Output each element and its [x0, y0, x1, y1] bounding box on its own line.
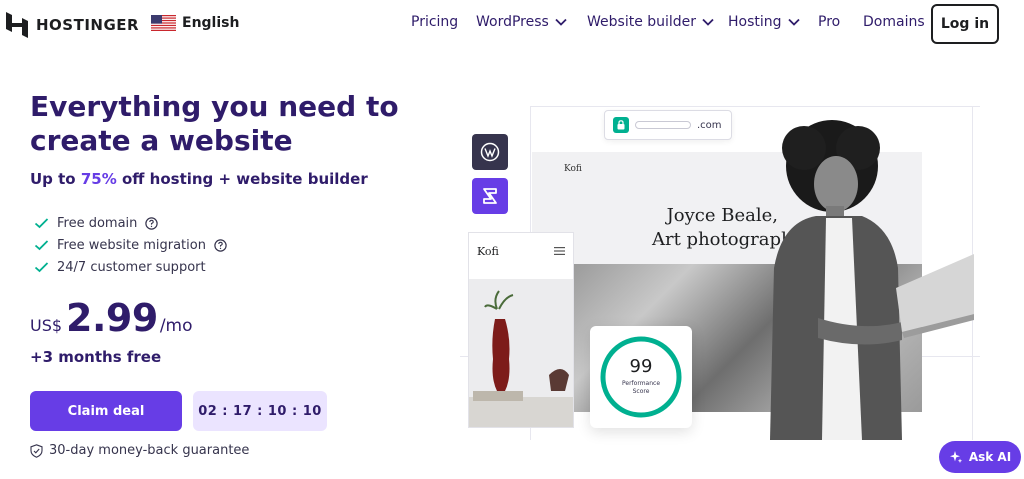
subtitle-prefix: Up to: [30, 170, 81, 188]
price-currency: US$: [30, 316, 63, 335]
ask-ai-label: Ask AI: [968, 450, 1012, 464]
price-amount: 2.99: [66, 296, 158, 340]
nav-website-builder-label: Website builder: [587, 14, 697, 30]
url-bar: .com: [604, 110, 732, 140]
nav-wordpress[interactable]: WordPress: [476, 14, 567, 30]
price-display: US$ 2.99 /mo: [30, 296, 193, 340]
ask-ai-button[interactable]: Ask AI: [939, 441, 1021, 473]
language-selector[interactable]: English: [151, 15, 239, 31]
hero-illustration: .com Kofi Joyce Beale, Art photograph Ko…: [460, 100, 980, 440]
list-item: Free website migration: [34, 234, 227, 256]
nav-hosting-label: Hosting: [728, 14, 782, 30]
chevron-down-icon: [787, 18, 800, 26]
feature-label: Free domain: [57, 215, 138, 231]
wordpress-icon: [472, 134, 508, 170]
score-label: Performance Score: [590, 380, 692, 396]
nav-pricing-label: Pricing: [411, 14, 459, 30]
check-icon: [34, 240, 49, 251]
nav-domains-label: Domains: [863, 14, 925, 30]
subtitle-suffix: off hosting + website builder: [116, 170, 368, 188]
url-domain-text: .com: [697, 119, 722, 131]
nav-wordpress-label: WordPress: [476, 14, 549, 30]
top-header: HOSTINGER English Pricing WordPress Webs…: [0, 0, 1024, 50]
us-flag-icon: [151, 15, 176, 31]
feature-label: Free website migration: [57, 237, 206, 253]
hostinger-logo-icon: [6, 12, 28, 38]
help-icon[interactable]: [145, 216, 159, 230]
lock-icon: [613, 117, 629, 133]
money-back-guarantee: 30-day money-back guarantee: [30, 443, 249, 458]
score-value: 99: [629, 356, 653, 377]
check-icon: [34, 262, 49, 273]
score-label-line1: Performance: [621, 380, 661, 387]
list-item: 24/7 customer support: [34, 256, 227, 278]
sparkle-icon: [949, 451, 963, 463]
score-ring-icon: [600, 336, 682, 418]
website-builder-icon: [472, 178, 508, 214]
nav-pricing[interactable]: Pricing: [411, 14, 458, 30]
login-button[interactable]: Log in: [931, 4, 999, 44]
nav-website-builder[interactable]: Website builder: [587, 14, 714, 30]
brand-name: HOSTINGER: [36, 16, 140, 34]
help-icon[interactable]: [214, 238, 227, 252]
brand-logo[interactable]: HOSTINGER: [6, 12, 139, 38]
price-period: /mo: [159, 316, 193, 336]
site-brand: Kofi: [564, 164, 582, 174]
guarantee-label: 30-day money-back guarantee: [49, 443, 250, 458]
url-field: [635, 121, 691, 129]
hamburger-menu-icon: [554, 247, 565, 255]
chevron-down-icon: [555, 18, 567, 26]
claim-deal-button[interactable]: Claim deal: [30, 391, 182, 431]
bonus-text: +3 months free: [30, 348, 162, 366]
mobile-brand: Kofi: [477, 245, 499, 258]
nav-pro[interactable]: Pro: [818, 14, 840, 30]
discount-percent: 75%: [80, 170, 117, 188]
list-item: Free domain: [34, 212, 227, 234]
feature-list: Free domain Free website migration 24/7 …: [34, 212, 227, 278]
page-title: Everything you need to create a website: [30, 90, 399, 157]
feature-label: 24/7 customer support: [57, 259, 206, 275]
performance-score-card: 99 Performance Score: [590, 326, 692, 428]
check-icon: [34, 218, 49, 229]
countdown-timer: 02 : 17 : 10 : 10: [193, 391, 327, 431]
nav-domains[interactable]: Domains: [863, 14, 925, 30]
website-preview-mobile: Kofi: [468, 232, 574, 428]
nav-pro-label: Pro: [818, 14, 841, 30]
vase-photo: [469, 279, 573, 427]
woman-with-laptop-photo: [770, 120, 974, 440]
language-label: English: [182, 15, 240, 31]
score-label-line2: Score: [632, 388, 650, 395]
shield-check-icon: [30, 443, 43, 458]
discount-subtitle: Up to 75% off hosting + website builder: [30, 170, 368, 188]
nav-hosting[interactable]: Hosting: [728, 14, 800, 30]
chevron-down-icon: [702, 18, 714, 26]
grid-line: [530, 106, 980, 107]
